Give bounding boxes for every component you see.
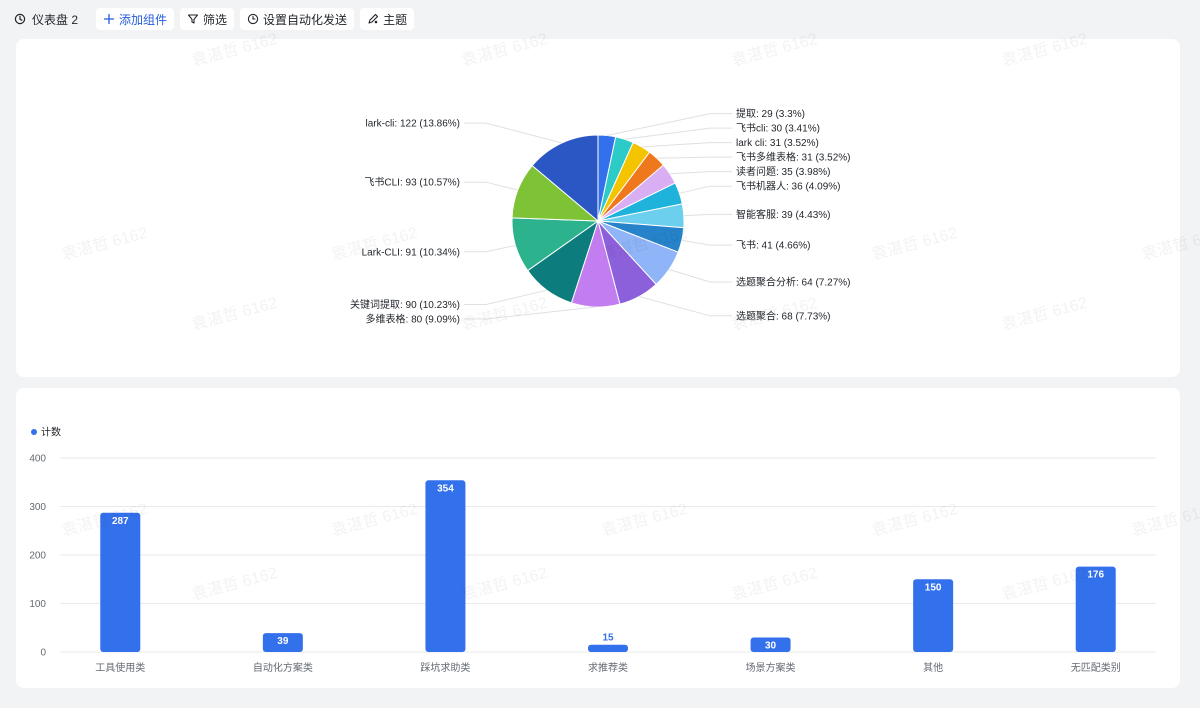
pie-slice-label: 选题聚合分析: 64 (7.27%) [736, 275, 850, 288]
bar-value-label: 354 [437, 483, 454, 494]
pie-leader-line [656, 156, 732, 159]
x-tick-label: 踩坑求助类 [420, 661, 470, 674]
pie-leader-line [683, 213, 732, 217]
bar[interactable] [425, 480, 466, 652]
pie-slice-label: 飞书cli: 30 (3.41%) [736, 123, 820, 135]
pie-leader-line [668, 269, 732, 283]
pie-leader-line [464, 181, 518, 191]
pie-slice-label: 智能客服: 39 (4.43%) [736, 208, 830, 221]
legend-marker [31, 429, 37, 435]
filter-button[interactable]: 筛选 [180, 8, 235, 30]
theme-label: 主题 [383, 12, 408, 27]
pie-leader-line [464, 122, 562, 144]
pie-leader-line [606, 113, 732, 136]
pie-chart: 提取: 29 (3.3%) 飞书cli: 30 (3.41%) lark cli: … [350, 108, 851, 326]
pie-slice-label: 飞书机器人: 36 (4.09%) [736, 180, 840, 193]
bar-value-label: 39 [277, 636, 289, 647]
pie-slice-label: lark-cli: 122 (13.86%) [366, 119, 460, 130]
history-icon [14, 13, 26, 25]
pie-chart-card[interactable]: 提取: 29 (3.3%) 飞书cli: 30 (3.41%) lark cli: … [16, 39, 1180, 377]
clock-send-icon [247, 13, 259, 25]
pie-leader-line [681, 239, 732, 246]
x-tick-label: 自动化方案类 [253, 661, 313, 674]
pie-leader-line [641, 142, 732, 148]
pie-leader-line [669, 171, 732, 175]
bar-chart-card[interactable]: 计数 0 100 200 300 400 287 工具使用类 39 自动化方案类 354 踩坑求助类 1… [16, 388, 1180, 688]
y-tick-label: 400 [29, 454, 46, 465]
pie-leader-line [624, 127, 732, 140]
x-tick-label: 工具使用类 [95, 661, 145, 674]
dashboard-toolbar: 仪表盘 2 添加组件 筛选 设置自动化发送 主题 [0, 0, 1200, 38]
bar-value-label: 176 [1087, 570, 1104, 581]
filter-icon [187, 13, 199, 25]
bar-value-label: 287 [112, 516, 129, 527]
x-tick-label: 求推荐类 [588, 661, 628, 674]
add-component-button[interactable]: 添加组件 [96, 8, 175, 30]
x-tick-label: 场景方案类 [746, 661, 796, 674]
auto-send-button[interactable]: 设置自动化发送 [240, 8, 355, 30]
x-tick-label: 其他 [923, 661, 943, 674]
bar-value-label: 30 [765, 640, 777, 651]
bar-value-label: 15 [602, 633, 614, 644]
filter-label: 筛选 [203, 12, 228, 27]
pie-slice-label: Lark-CLI: 91 (10.34%) [362, 247, 460, 258]
y-tick-label: 300 [29, 502, 46, 513]
y-tick-label: 0 [40, 648, 46, 659]
legend-label: 计数 [41, 426, 61, 439]
pie-slice-label: 飞书: 41 (4.66%) [736, 240, 810, 252]
pie-leader-line [464, 306, 596, 320]
pie-leader-line [639, 296, 732, 317]
pie-slice-label: lark cli: 31 (3.52%) [736, 138, 819, 149]
pie-slice-label: 关键词提取: 90 (10.23%) [350, 298, 460, 311]
dashboard-title-text: 仪表盘 2 [32, 12, 79, 27]
bar[interactable] [588, 644, 628, 652]
bar[interactable] [100, 512, 141, 652]
pie-slice-label: 多维表格: 80 (9.09%) [366, 313, 460, 326]
pie-slice-label: 选题聚合: 68 (7.73%) [736, 309, 830, 322]
theme-button[interactable]: 主题 [360, 8, 415, 30]
add-component-label: 添加组件 [119, 12, 168, 27]
y-tick-label: 100 [29, 599, 46, 610]
pie-leader-line [464, 245, 516, 253]
x-tick-label: 无匹配类别 [1071, 661, 1121, 674]
pie-leader-line [464, 289, 548, 305]
plus-icon [103, 13, 115, 25]
pie-slice-label: 飞书CLI: 93 (10.57%) [364, 177, 460, 189]
bar-chart: 计数 0 100 200 300 400 287 工具使用类 39 自动化方案类 354 踩坑求助类 1… [29, 426, 1156, 674]
y-tick-label: 200 [29, 551, 46, 562]
dashboard-title[interactable]: 仪表盘 2 [14, 11, 78, 28]
pie-leader-line [679, 185, 732, 194]
pie-slice-label: 读者问题: 35 (3.98%) [736, 165, 830, 178]
pie-slice-label: 飞书多维表格: 31 (3.52%) [736, 151, 850, 164]
bar-value-label: 150 [925, 582, 942, 593]
auto-send-label: 设置自动化发送 [263, 12, 348, 27]
palette-icon [367, 13, 379, 25]
pie-slice-label: 提取: 29 (3.3%) [736, 108, 805, 120]
